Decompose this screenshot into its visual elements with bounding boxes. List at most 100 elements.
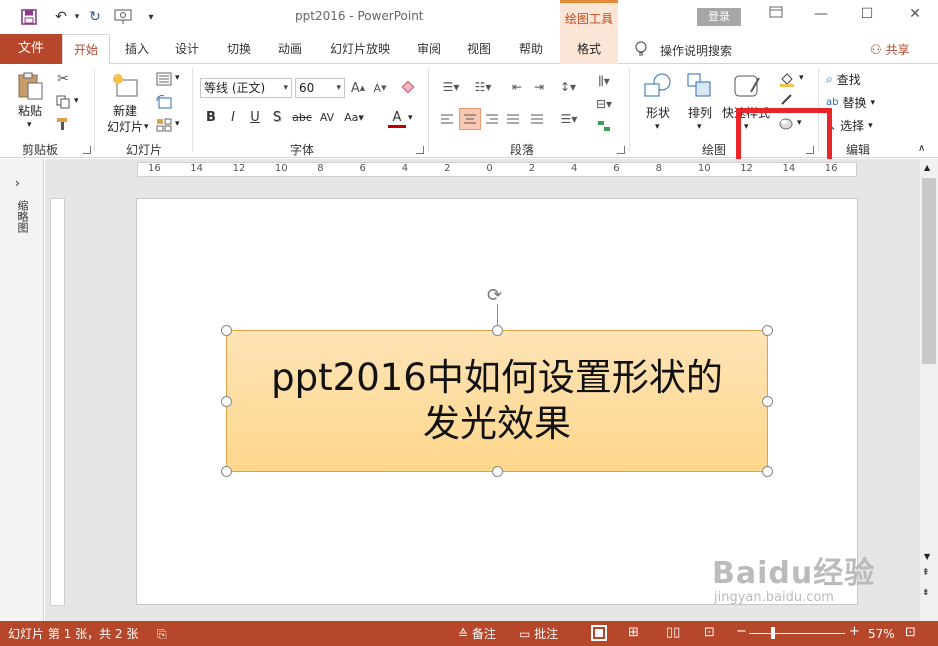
underline-button[interactable]: U — [246, 108, 264, 128]
shapes-button[interactable]: 形状 — [640, 106, 676, 120]
copy-dropdown-icon[interactable]: ▾ — [74, 96, 79, 106]
select-button[interactable]: ↖ 选择 ▾ — [826, 117, 873, 134]
tell-me-search[interactable]: 操作说明搜索 — [660, 42, 732, 59]
zoom-out-icon[interactable]: − — [736, 624, 747, 640]
tab-insert[interactable]: 插入 — [118, 34, 156, 64]
font-name-combo[interactable]: 等线 (正文) ▾ — [200, 78, 292, 98]
normal-view-icon[interactable] — [591, 625, 607, 641]
paste-dropdown-icon[interactable]: ▾ — [27, 120, 32, 130]
tab-animations[interactable]: 动画 — [271, 34, 309, 64]
resize-handle-n[interactable] — [492, 325, 503, 336]
change-case-icon[interactable]: Aa▾ — [341, 108, 367, 128]
arrange-dropdown-icon[interactable]: ▾ — [697, 122, 702, 132]
paste-icon[interactable] — [14, 70, 46, 102]
shapes-icon[interactable] — [642, 70, 674, 102]
resize-handle-se[interactable] — [762, 466, 773, 477]
maximize-icon[interactable]: ☐ — [856, 6, 878, 26]
section-dropdown-icon[interactable]: ▾ — [175, 119, 180, 129]
resize-handle-ne[interactable] — [762, 325, 773, 336]
zoom-slider-track[interactable] — [749, 633, 845, 634]
scroll-thumb[interactable] — [922, 178, 936, 364]
arrange-icon[interactable] — [685, 70, 715, 102]
tab-file[interactable]: 文件 — [0, 34, 62, 64]
layout-dropdown-icon[interactable]: ▾ — [175, 73, 180, 83]
font-color-icon[interactable]: A — [388, 108, 406, 128]
new-slide-label-2[interactable]: 幻灯片 — [101, 120, 149, 134]
scroll-up-icon[interactable]: ▲ — [924, 163, 930, 172]
new-slide-dropdown-icon[interactable]: ▾ — [144, 122, 149, 132]
arrange-button[interactable]: 排列 — [682, 106, 718, 120]
tab-help[interactable]: 帮助 — [512, 34, 550, 64]
slide-sorter-icon[interactable]: ⊞ — [628, 625, 639, 641]
copy-icon[interactable] — [54, 93, 72, 111]
zoom-in-icon[interactable]: + — [849, 624, 860, 640]
previous-slide-icon[interactable]: ⇞ — [922, 568, 930, 578]
line-spacing-icon[interactable]: ↕▾ — [555, 78, 581, 96]
login-button[interactable]: 登录 — [697, 8, 741, 26]
selected-shape[interactable]: ppt2016中如何设置形状的 发光效果 — [226, 330, 768, 472]
text-shadow-button[interactable]: S — [268, 108, 286, 128]
font-color-dropdown-icon[interactable]: ▾ — [408, 113, 413, 123]
increase-font-icon[interactable]: A ▲ — [349, 79, 367, 97]
shape-fill-dropdown-icon[interactable]: ▾ — [799, 73, 804, 83]
section-icon[interactable] — [155, 117, 173, 133]
scroll-down-icon[interactable]: ▼ — [924, 552, 930, 561]
shape-fill-icon[interactable] — [778, 71, 796, 87]
strikethrough-button[interactable]: abc — [289, 108, 315, 128]
slideshow-icon[interactable]: ⊡ — [704, 625, 715, 641]
collapse-ribbon-icon[interactable]: ∧ — [918, 143, 925, 154]
next-slide-icon[interactable]: ⇟ — [922, 588, 930, 598]
minimize-icon[interactable]: — — [810, 6, 832, 26]
text-direction-icon[interactable]: ⫼▾ — [590, 72, 618, 90]
font-launcher-icon[interactable] — [416, 146, 424, 154]
font-size-combo[interactable]: 60 ▾ — [295, 78, 345, 98]
resize-handle-s[interactable] — [492, 466, 503, 477]
spelling-icon[interactable]: ⎘ — [157, 626, 167, 642]
clipboard-launcher-icon[interactable] — [83, 146, 91, 154]
close-icon[interactable]: ✕ — [904, 6, 926, 26]
character-spacing-icon[interactable]: AV — [315, 108, 339, 128]
shape-text[interactable]: ppt2016中如何设置形状的 发光效果 — [227, 355, 767, 447]
layout-icon[interactable] — [155, 71, 173, 87]
save-icon[interactable] — [18, 5, 40, 29]
italic-button[interactable]: I — [224, 108, 242, 128]
comments-button[interactable]: ▭ 批注 — [519, 626, 558, 642]
decrease-indent-icon[interactable]: ⇤ — [508, 78, 526, 96]
tab-format[interactable]: 格式 — [560, 34, 618, 64]
shapes-dropdown-icon[interactable]: ▾ — [655, 122, 660, 132]
tab-view[interactable]: 视图 — [460, 34, 498, 64]
resize-handle-w[interactable] — [221, 396, 232, 407]
align-left-icon[interactable] — [438, 110, 456, 128]
thumbnails-label[interactable]: 缩略图 — [14, 200, 30, 233]
rotate-handle-icon[interactable]: ⟳ — [487, 285, 502, 306]
bullets-icon[interactable]: ☰▾ — [438, 78, 464, 96]
tab-review[interactable]: 审阅 — [410, 34, 448, 64]
resize-handle-nw[interactable] — [221, 325, 232, 336]
decrease-font-icon[interactable]: A ▼ — [371, 79, 389, 97]
shape-outline-icon[interactable] — [778, 93, 796, 107]
increase-indent-icon[interactable]: ⇥ — [530, 78, 548, 96]
redo-icon[interactable]: ↻ — [84, 5, 106, 29]
share-button[interactable]: ⚇ 共享 — [870, 41, 910, 58]
new-slide-label-1[interactable]: 新建 — [105, 104, 145, 118]
align-right-icon[interactable] — [483, 110, 501, 128]
resize-handle-sw[interactable] — [221, 466, 232, 477]
quick-styles-icon[interactable] — [732, 70, 762, 102]
ribbon-display-options-icon[interactable] — [765, 6, 787, 26]
distributed-icon[interactable] — [528, 110, 546, 128]
new-slide-icon[interactable] — [110, 70, 140, 102]
tab-transitions[interactable]: 切换 — [220, 34, 258, 64]
notes-button[interactable]: ≙ 备注 — [458, 626, 496, 642]
expand-thumbnails-icon[interactable]: › — [15, 176, 20, 190]
clear-formatting-icon[interactable] — [399, 79, 417, 97]
smartart-icon[interactable] — [590, 117, 618, 135]
replace-button[interactable]: ab 替换 ▾ — [826, 94, 875, 111]
paragraph-launcher-icon[interactable] — [617, 146, 625, 154]
tab-home[interactable]: 开始 — [62, 34, 110, 65]
cut-icon[interactable]: ✂ — [54, 70, 72, 88]
columns-icon[interactable]: ☰▾ — [556, 110, 582, 128]
resize-handle-e[interactable] — [762, 396, 773, 407]
justify-icon[interactable] — [504, 110, 522, 128]
find-button[interactable]: ⌕ 查找 — [826, 71, 861, 88]
numbering-icon[interactable]: ☷▾ — [470, 78, 496, 96]
